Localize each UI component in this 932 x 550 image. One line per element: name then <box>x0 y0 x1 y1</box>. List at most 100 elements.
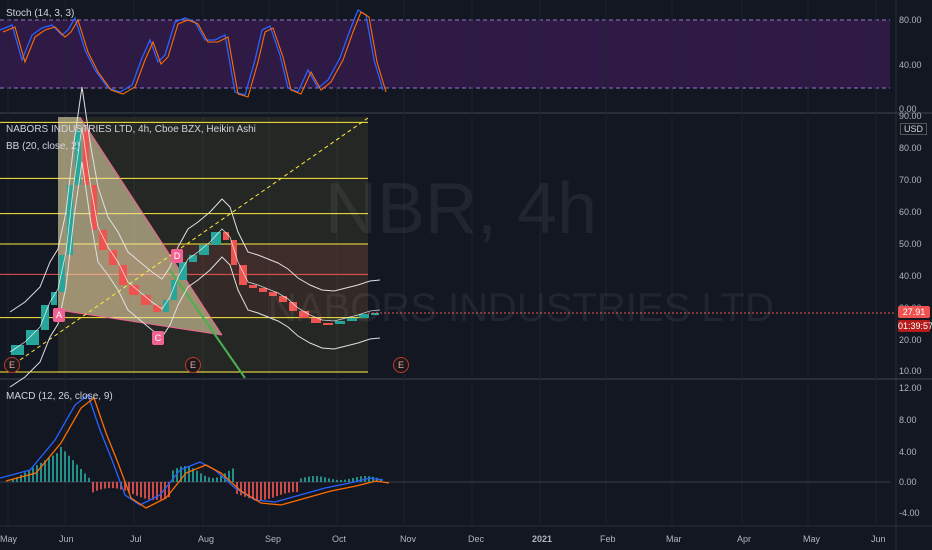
macd-histogram-bar <box>152 482 154 500</box>
last-price-tag: 27.91 <box>898 306 930 318</box>
price-candle <box>239 265 247 285</box>
macd-histogram-bar <box>92 482 94 493</box>
macd-histogram-bar <box>108 482 110 489</box>
macd-histogram-bar <box>336 479 338 482</box>
macd-histogram-bar <box>212 477 214 482</box>
time-axis-jun-2021: Jun <box>871 534 886 544</box>
macd-histogram-bar <box>68 455 70 482</box>
macd-histogram-bar <box>36 465 38 482</box>
time-axis-oct: Oct <box>332 534 347 544</box>
macd-histogram-bar <box>80 469 82 482</box>
time-axis-jun: Jun <box>59 534 74 544</box>
price-candle <box>259 288 267 292</box>
price-axis-80: 80.00 <box>899 143 922 153</box>
price-candle <box>249 285 257 288</box>
macd-histogram-bar <box>352 477 354 482</box>
price-axis-50: 50.00 <box>899 239 922 249</box>
price-axis-90: 90.00 <box>899 111 922 121</box>
time-axis-dec: Dec <box>468 534 485 544</box>
bar-countdown-tag: 01:39:57 <box>898 320 932 332</box>
macd-histogram-bar <box>32 467 34 482</box>
symbol-title[interactable]: NABORS INDUSTRIES LTD, 4h, Cboe BZX, Hei… <box>6 124 256 135</box>
time-axis-nov: Nov <box>400 534 417 544</box>
macd-histogram-bar <box>256 482 258 500</box>
macd-histogram-bar <box>276 482 278 497</box>
chart-canvas[interactable] <box>0 0 932 550</box>
macd-axis-neg4: -4.00 <box>899 508 920 518</box>
time-axis-apr: Apr <box>737 534 752 544</box>
price-candle <box>109 250 117 265</box>
price-candle <box>179 262 187 280</box>
macd-histogram-bar <box>284 482 286 494</box>
earnings-event-marker[interactable]: E <box>185 357 201 373</box>
macd-histogram-bar <box>328 478 330 482</box>
stoch-indicator-label[interactable]: Stoch (14, 3, 3) <box>6 8 74 19</box>
macd-histogram-bar <box>52 455 54 482</box>
macd-histogram-bar <box>368 476 370 482</box>
price-axis-40: 40.00 <box>899 271 922 281</box>
time-axis-jul: Jul <box>130 534 142 544</box>
time-axis-aug: Aug <box>198 534 215 544</box>
symbol-watermark: NBR, 4h <box>325 169 598 249</box>
macd-histogram-bar <box>48 458 50 482</box>
macd-histogram-bar <box>324 477 326 482</box>
macd-histogram-bar <box>304 477 306 482</box>
macd-histogram-bar <box>84 473 86 482</box>
macd-axis-8: 8.00 <box>899 415 917 425</box>
macd-histogram-bar <box>288 482 290 493</box>
time-axis-feb: Feb <box>600 534 616 544</box>
price-candle <box>119 265 127 285</box>
macd-histogram-bar <box>60 447 62 482</box>
price-axis-20: 20.00 <box>899 335 922 345</box>
macd-histogram-bar <box>216 477 218 482</box>
macd-histogram-bar <box>136 482 138 496</box>
time-axis-sep: Sep <box>265 534 282 544</box>
macd-histogram-bar <box>188 466 190 482</box>
company-watermark: NABORS INDUSTRIES LTD <box>268 286 774 330</box>
macd-histogram-bar <box>132 482 134 495</box>
price-axis-70: 70.00 <box>899 175 922 185</box>
macd-histogram-bar <box>28 470 30 482</box>
macd-histogram-bar <box>260 482 262 500</box>
price-axis-60: 60.00 <box>899 207 922 217</box>
macd-histogram-bar <box>268 482 270 499</box>
time-axis-may: May <box>0 534 18 544</box>
macd-histogram-bar <box>344 479 346 482</box>
macd-axis-0: 0.00 <box>899 477 917 487</box>
price-candle <box>189 255 197 262</box>
macd-histogram-bar <box>308 476 310 482</box>
pattern-point-d[interactable]: D <box>171 249 183 263</box>
macd-indicator-label[interactable]: MACD (12, 26, close, 9) <box>6 391 113 402</box>
macd-histogram-bar <box>56 453 58 482</box>
macd-histogram-bar <box>232 468 234 482</box>
macd-histogram-bar <box>316 476 318 482</box>
macd-histogram-bar <box>144 482 146 499</box>
macd-histogram-bar <box>296 482 298 493</box>
time-axis-may-2021: May <box>803 534 821 544</box>
macd-histogram-bar <box>264 482 266 500</box>
macd-histogram-bar <box>72 460 74 482</box>
macd-histogram-bar <box>204 475 206 482</box>
price-axis-10: 10.00 <box>899 366 922 376</box>
stoch-axis-40: 40.00 <box>899 60 922 70</box>
macd-histogram-bar <box>64 451 66 482</box>
macd-histogram-bar <box>160 482 162 500</box>
macd-axis-4: 4.00 <box>899 447 917 457</box>
currency-badge[interactable]: USD <box>900 123 928 135</box>
macd-axis-12: 12.00 <box>899 383 922 393</box>
macd-histogram-bar <box>280 482 282 495</box>
macd-histogram-bar <box>76 464 78 482</box>
macd-histogram-bar <box>312 476 314 482</box>
pattern-point-a[interactable]: A <box>53 308 65 322</box>
macd-histogram-bar <box>196 470 198 482</box>
macd-histogram-bar <box>140 482 142 498</box>
price-candle <box>26 330 39 345</box>
macd-histogram-bar <box>96 482 98 491</box>
macd-histogram-bar <box>300 478 302 482</box>
earnings-event-marker[interactable]: E <box>393 357 409 373</box>
macd-histogram-bar <box>24 472 26 482</box>
pattern-point-c[interactable]: C <box>152 331 164 345</box>
macd-histogram-bar <box>360 476 362 482</box>
bb-indicator-label[interactable]: BB (20, close, 2) <box>6 141 80 152</box>
earnings-event-marker[interactable]: E <box>4 357 20 373</box>
